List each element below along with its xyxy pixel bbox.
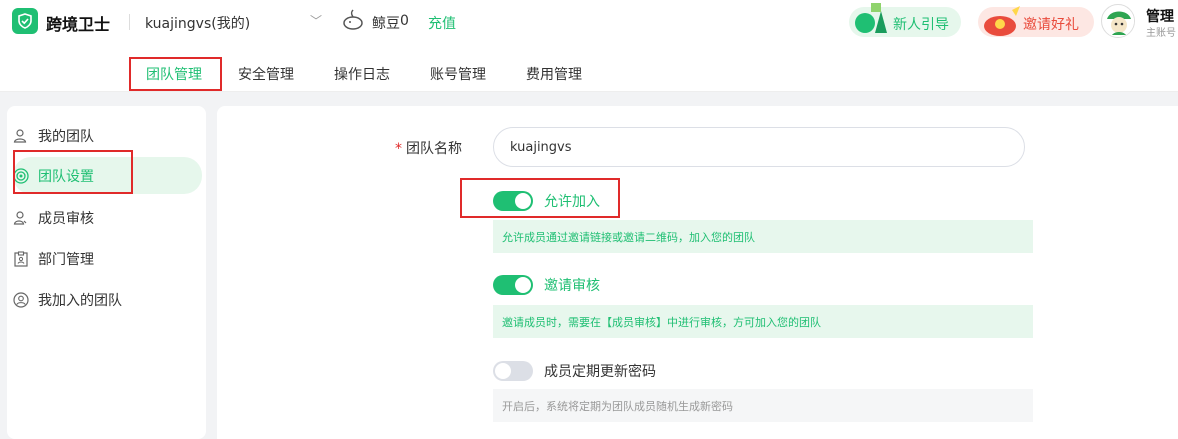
sidebar-item-my-team[interactable]: 我的团队 [12, 118, 200, 154]
sidebar-item-label: 我的团队 [38, 129, 94, 145]
toggle-knob [495, 363, 511, 379]
team-name-label: * 团队名称 [395, 138, 462, 158]
sidebar-item-label: 我加入的团队 [38, 293, 122, 309]
password-rotate-label: 成员定期更新密码 [544, 364, 656, 380]
sidebar-item-member-review[interactable]: 成员审核 [12, 200, 200, 236]
chevron-down-icon[interactable]: ﹀ [310, 12, 322, 29]
tab-security[interactable]: 安全管理 [238, 64, 294, 84]
admin-name: 管理 [1146, 9, 1174, 25]
sidebar-item-label: 团队设置 [38, 169, 94, 185]
bean-icon [343, 9, 363, 30]
tab-billing[interactable]: 费用管理 [526, 64, 582, 84]
sidebar-item-departments[interactable]: 部门管理 [12, 241, 200, 277]
bean-count: 0 [400, 13, 409, 29]
admin-role: 主账号 [1146, 28, 1176, 39]
user-circle-icon [12, 291, 30, 309]
invite-gift-label: 邀请好礼 [1023, 17, 1079, 33]
sidebar-item-joined-teams[interactable]: 我加入的团队 [12, 282, 200, 318]
sidebar-item-label: 部门管理 [38, 252, 94, 268]
allow-join-hint: 允许成员通过邀请链接或邀请二维码，加入您的团队 [493, 220, 1033, 253]
allow-join-toggle[interactable] [493, 191, 533, 211]
user-check-icon [12, 209, 30, 227]
new-guide-icon [855, 3, 887, 33]
clipboard-icon [12, 250, 30, 268]
sidebar-item-team-settings[interactable]: 团队设置 [12, 158, 200, 194]
header-divider [129, 14, 130, 30]
recharge-link[interactable]: 充值 [428, 13, 456, 33]
invite-review-label: 邀请审核 [544, 278, 600, 294]
team-name-label-text: 团队名称 [406, 141, 462, 157]
active-tab-indicator [129, 89, 221, 91]
tab-operation-log[interactable]: 操作日志 [334, 64, 390, 84]
sidebar-item-label: 成员审核 [38, 211, 94, 227]
target-icon [12, 167, 30, 185]
password-rotate-toggle[interactable] [493, 361, 533, 381]
invite-review-hint: 邀请成员时，需要在【成员审核】中进行审核，方可加入您的团队 [493, 305, 1033, 338]
required-marker: * [395, 141, 402, 157]
toggle-knob [515, 277, 531, 293]
team-name-input[interactable] [493, 127, 1025, 167]
tab-accounts[interactable]: 账号管理 [430, 64, 486, 84]
new-guide-label: 新人引导 [893, 17, 949, 33]
gift-icon [984, 6, 1020, 36]
account-selector[interactable]: kuajingvs(我的) [145, 13, 250, 33]
allow-join-label: 允许加入 [544, 194, 600, 210]
tab-team-management[interactable]: 团队管理 [146, 64, 202, 84]
avatar[interactable] [1101, 4, 1135, 38]
password-rotate-hint: 开启后，系统将定期为团队成员随机生成新密码 [493, 389, 1033, 422]
shield-check-icon [18, 13, 32, 29]
bean-label: 鲸豆 [372, 16, 400, 32]
toggle-knob [515, 193, 531, 209]
user-icon [12, 127, 30, 145]
app-logo[interactable] [12, 8, 38, 34]
invite-review-toggle[interactable] [493, 275, 533, 295]
app-name: 跨境卫士 [46, 15, 111, 34]
